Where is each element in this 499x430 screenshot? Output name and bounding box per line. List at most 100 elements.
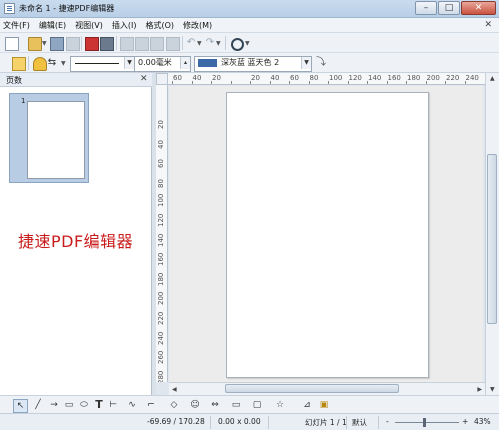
thumbnail-page (27, 101, 85, 179)
selection-size: 0.00 x 0.00 (218, 417, 261, 426)
undo-icon[interactable]: ↶ (185, 37, 197, 49)
horizontal-ruler: 60 40 20 20 40 60 80 100 120 140 160 180 200 220 240 (168, 73, 486, 85)
grid-icon[interactable] (12, 57, 26, 71)
basic-shapes-icon[interactable]: ◇ (168, 399, 180, 411)
gallery-icon[interactable]: ▣ (318, 399, 330, 411)
arrow-tool-icon[interactable]: → (48, 399, 60, 411)
flowchart-icon[interactable]: ▭ (230, 399, 242, 411)
close-pane-icon[interactable]: ✕ (140, 74, 148, 84)
line-style-select[interactable]: ▼ (70, 56, 135, 72)
ellipse-tool-icon[interactable]: ⬭ (78, 399, 90, 411)
new-document-icon[interactable] (5, 37, 19, 51)
ruler-label: 160 (387, 74, 401, 82)
cursor-position: -69.69 / 170.28 (147, 417, 205, 426)
minimize-button[interactable]: – (415, 1, 437, 15)
paste-icon[interactable] (150, 37, 164, 51)
window-title: 未命名 1 - 捷速PDF编辑器 (19, 4, 115, 13)
text-tool-icon[interactable]: T (93, 399, 105, 411)
ruler-corner (156, 73, 168, 85)
ruler-label: 40 (270, 74, 280, 82)
stars-icon[interactable]: ☆ (274, 399, 286, 411)
line-sample (75, 63, 119, 64)
line-tool-icon[interactable]: ╱ (32, 399, 44, 411)
undo-dropdown-icon[interactable]: ▼ (197, 40, 202, 47)
open-dropdown-icon[interactable]: ▼ (42, 40, 47, 47)
ruler-label: 220 (157, 311, 165, 325)
ruler-label: 80 (309, 74, 319, 82)
close-document-icon[interactable]: ✕ (484, 20, 492, 30)
shadow-icon[interactable]: ⤵ (315, 57, 327, 69)
zoom-out-button[interactable]: - (386, 417, 389, 426)
connector-tool-icon[interactable]: ⌐ (145, 399, 157, 411)
ruler-label: 200 (157, 292, 165, 306)
vertical-text-icon[interactable]: ⊢ (107, 399, 119, 411)
zoom-level: 43% (474, 417, 491, 426)
block-arrows-icon[interactable]: ⇔ (209, 399, 221, 411)
open-folder-icon[interactable] (28, 37, 42, 51)
horizontal-scroll-thumb[interactable] (225, 384, 399, 393)
standard-toolbar: ▼ ↶ ▼ ↷ ▼ ▼ (0, 33, 499, 53)
zoom-in-button[interactable]: + (462, 417, 468, 426)
ruler-label: 240 (465, 74, 479, 82)
menu-edit[interactable]: 编辑(E) (39, 20, 66, 31)
ruler-label: 20 (212, 74, 221, 82)
ruler-label: 240 (157, 331, 165, 345)
points-icon[interactable]: ⊿ (301, 399, 313, 411)
line-width-field[interactable]: 0.00毫米 ▴ (134, 56, 191, 72)
ruler-label: 20 (157, 120, 165, 129)
vertical-scroll-thumb[interactable] (487, 154, 497, 324)
close-button[interactable]: ✕ (461, 1, 496, 15)
export-pdf-icon[interactable] (85, 37, 99, 51)
fill-color-select[interactable]: 深灰蓝 蓝天色 2 ▼ (194, 56, 312, 72)
zoom-slider[interactable] (395, 422, 459, 423)
clone-format-icon[interactable] (166, 37, 180, 51)
menu-format[interactable]: 格式(O) (145, 20, 174, 31)
save-icon[interactable] (50, 37, 64, 51)
ruler-label: 100 (329, 74, 343, 82)
page-indicator: 幻灯片 1 / 1 (305, 418, 347, 427)
line-fill-toolbar: ⇆ ▼ ▼ 0.00毫米 ▴ 深灰蓝 蓝天色 2 ▼ ⤵ (0, 53, 499, 73)
zoom-dropdown-icon[interactable]: ▼ (245, 40, 250, 47)
arrow-style-icon[interactable]: ⇆ (46, 57, 58, 69)
drawing-toolbar: ↖ ╱ → ▭ ⬭ T ⊢ ∿ ⌐ ◇ ☺ ⇔ ▭ ▢ ☆ ⊿ ▣ (0, 395, 499, 413)
spin-icon[interactable]: ▴ (180, 57, 190, 69)
ruler-label: 60 (290, 74, 299, 82)
menu-bar: 文件(F) 编辑(E) 视图(V) 插入(I) 格式(O) 修改(M) (0, 18, 499, 33)
line-width-value: 0.00毫米 (138, 58, 172, 67)
watermark-text: 捷速PDF编辑器 (18, 232, 134, 251)
ruler-label: 40 (192, 74, 202, 82)
cut-icon[interactable] (120, 37, 134, 51)
menu-file[interactable]: 文件(F) (3, 20, 30, 31)
curve-tool-icon[interactable]: ∿ (126, 399, 138, 411)
symbol-shapes-icon[interactable]: ☺ (189, 399, 201, 411)
ruler-label: 200 (426, 74, 440, 82)
menu-view[interactable]: 视图(V) (75, 20, 103, 31)
ruler-label: 120 (157, 213, 165, 227)
rectangle-tool-icon[interactable]: ▭ (63, 399, 75, 411)
vertical-ruler: 20 40 60 80 100 120 140 160 180 200 220 240 260 280 (156, 85, 168, 382)
ruler-label: 40 (157, 139, 165, 149)
maximize-button[interactable]: □ (438, 1, 460, 15)
line-style-icon[interactable] (33, 57, 47, 71)
arrow-dropdown-icon[interactable]: ▼ (61, 60, 66, 67)
ruler-label: 80 (157, 178, 165, 188)
document-page[interactable] (226, 92, 429, 378)
fill-color-swatch (198, 59, 217, 67)
zoom-slider-knob[interactable] (423, 418, 426, 427)
thumbnail-number: 1 (21, 97, 26, 105)
callouts-icon[interactable]: ▢ (251, 399, 263, 411)
chevron-down-icon[interactable]: ▼ (124, 57, 134, 69)
zoom-icon[interactable] (231, 38, 244, 51)
ruler-label: 140 (368, 74, 382, 82)
chevron-down-icon[interactable]: ▼ (301, 57, 311, 69)
export-icon[interactable] (66, 37, 80, 51)
print-icon[interactable] (100, 37, 114, 51)
select-tool-icon[interactable]: ↖ (13, 399, 28, 413)
ruler-label: 260 (157, 350, 165, 365)
ruler-label: 220 (446, 74, 460, 82)
redo-icon[interactable]: ↷ (204, 37, 216, 49)
copy-icon[interactable] (135, 37, 149, 51)
menu-modify[interactable]: 修改(M) (183, 20, 212, 31)
menu-insert[interactable]: 插入(I) (112, 20, 137, 31)
redo-dropdown-icon[interactable]: ▼ (216, 40, 221, 47)
